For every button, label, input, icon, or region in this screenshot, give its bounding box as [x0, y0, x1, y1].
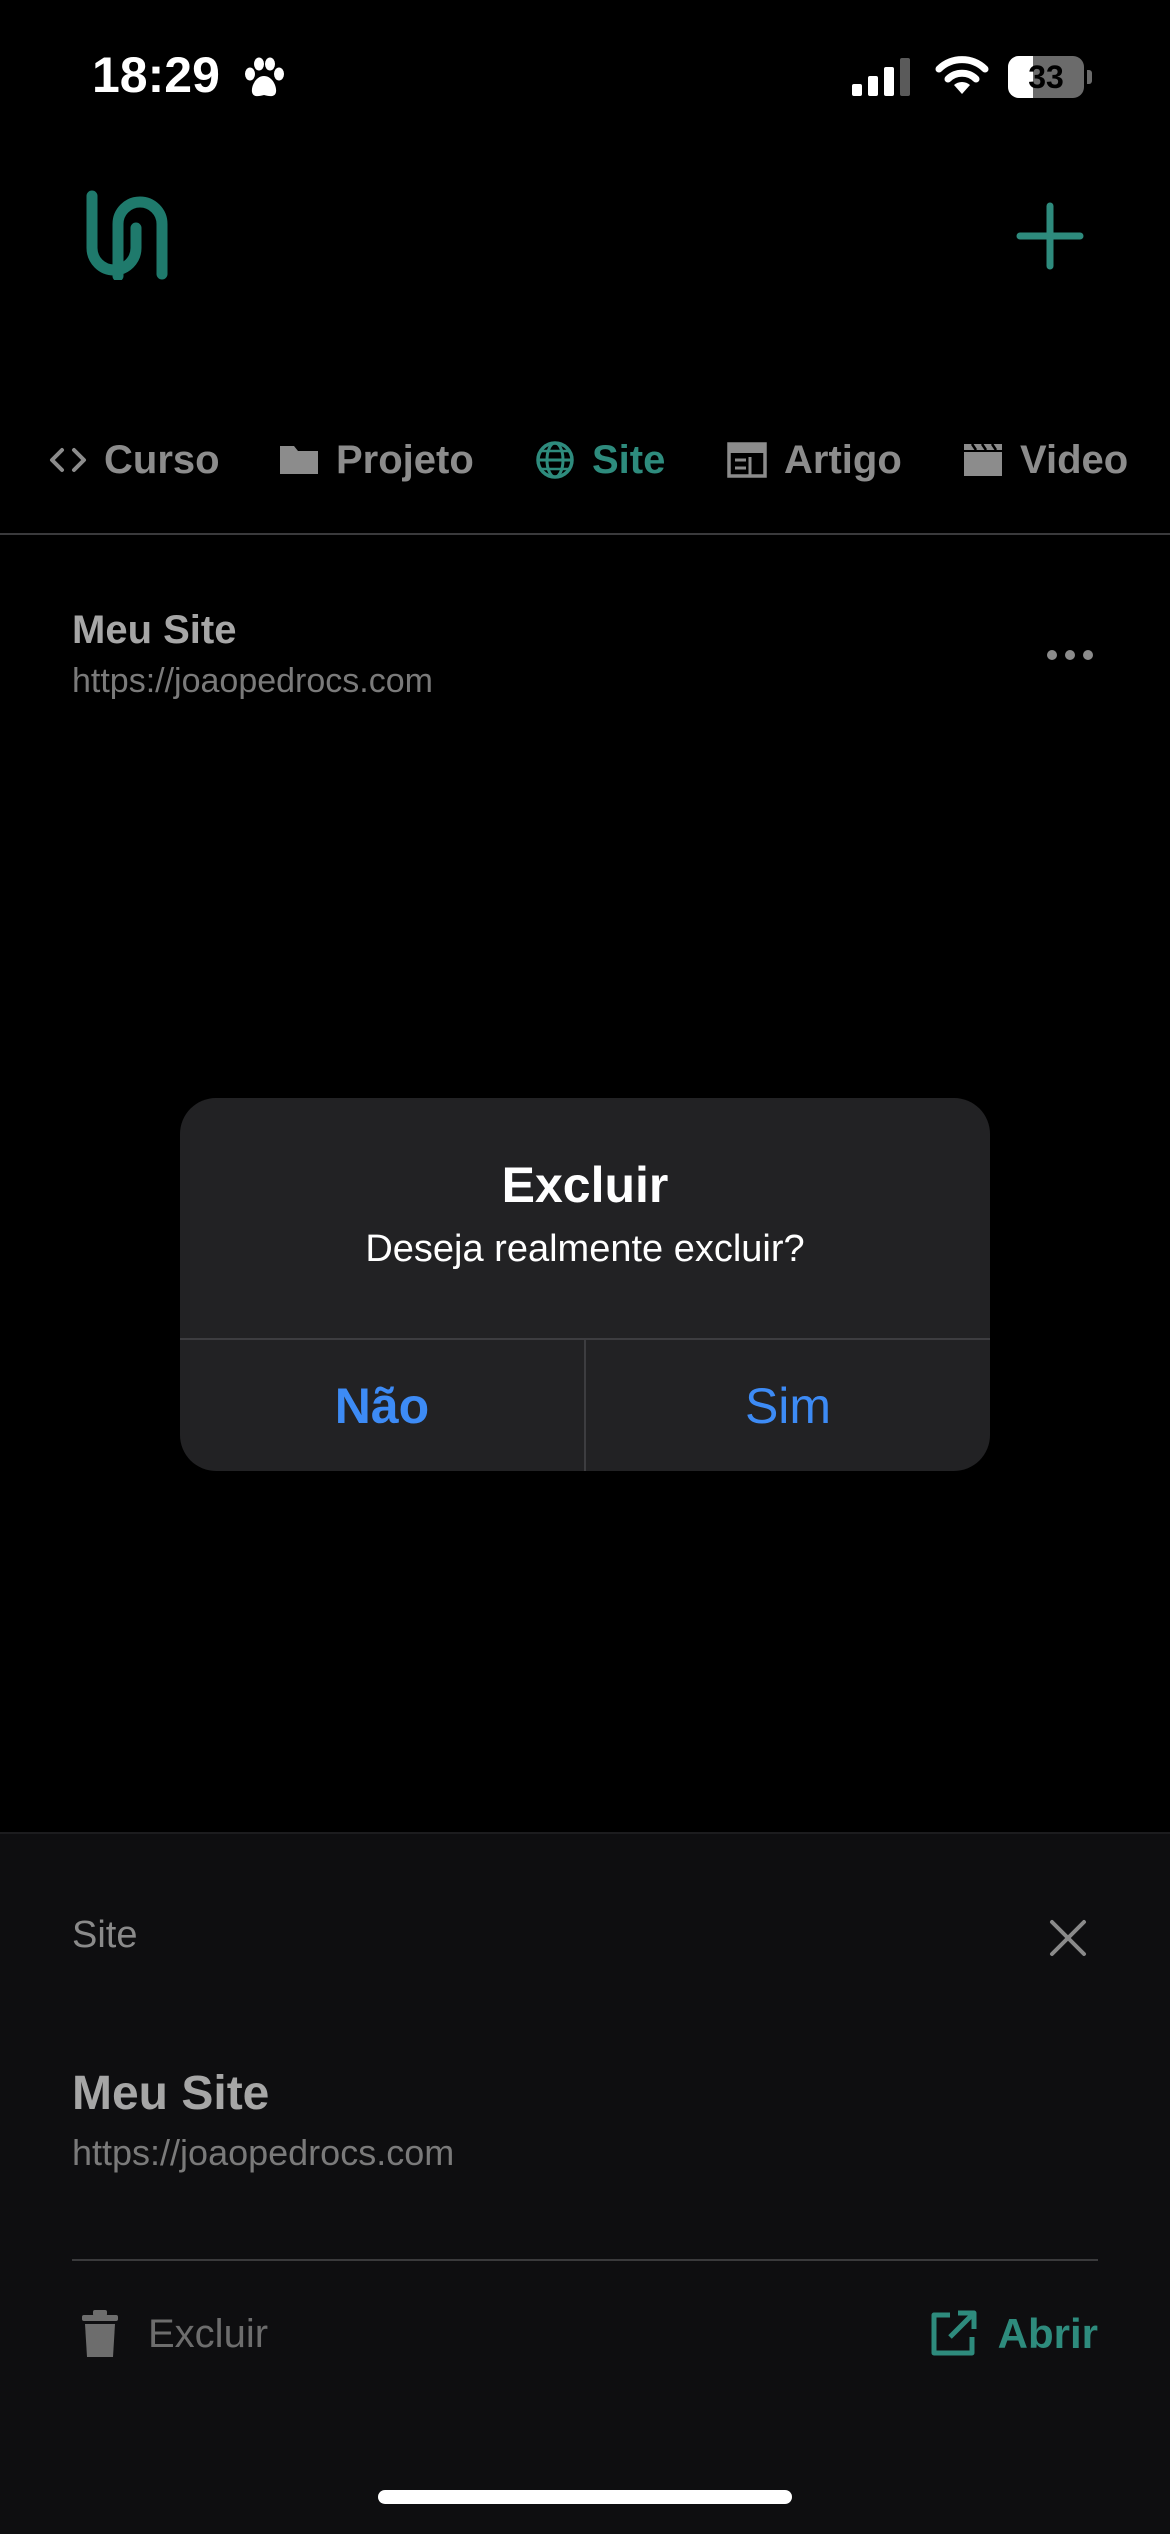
sheet-item-title: Meu Site	[72, 2067, 270, 2120]
tab-label: Artigo	[784, 437, 902, 482]
delete-button[interactable]: Excluir	[80, 2304, 268, 2364]
category-tabs: Curso Projeto Site Artigo Video	[0, 410, 1170, 510]
tab-video[interactable]: Video	[962, 430, 1128, 490]
sheet-divider	[72, 2259, 1098, 2261]
list-item-url: https://joaopedrocs.com	[72, 662, 433, 700]
bottom-sheet: Site Meu Site https://joaopedrocs.com Ex…	[0, 1832, 1170, 2534]
tab-label: Site	[592, 437, 666, 482]
alert-yes-button[interactable]: Sim	[586, 1340, 990, 1471]
open-label: Abrir	[997, 2310, 1098, 2357]
tab-curso[interactable]: Curso	[48, 430, 220, 490]
signal-icon	[852, 58, 910, 96]
open-button[interactable]: Abrir	[928, 2304, 1098, 2364]
alert-title: Excluir	[501, 1157, 669, 1213]
tab-label: Video	[1020, 437, 1129, 482]
battery-level: 33	[1028, 59, 1064, 95]
home-indicator	[378, 2490, 792, 2504]
status-time: 18:29	[92, 47, 220, 103]
clapperboard-icon	[964, 443, 1002, 476]
more-horizontal-icon[interactable]	[1040, 640, 1100, 670]
delete-label: Excluir	[148, 2311, 269, 2356]
tab-label: Curso	[104, 437, 220, 482]
delete-confirm-dialog: Excluir Deseja realmente excluir? Não Si…	[180, 1098, 990, 1471]
tab-label: Projeto	[336, 437, 474, 482]
trash-icon	[82, 2310, 118, 2357]
alert-message: Deseja realmente excluir?	[365, 1228, 805, 1270]
folder-icon	[280, 446, 318, 474]
globe-icon	[536, 441, 574, 479]
newspaper-icon	[727, 442, 767, 478]
tab-artigo[interactable]: Artigo	[726, 430, 902, 490]
tab-projeto[interactable]: Projeto	[278, 430, 474, 490]
external-link-icon	[931, 2310, 977, 2356]
sheet-item-url: https://joaopedrocs.com	[72, 2132, 455, 2173]
add-button[interactable]	[1010, 196, 1090, 276]
tabs-divider	[0, 533, 1170, 535]
sheet-title: Site	[72, 1914, 138, 1956]
tab-site[interactable]: Site	[534, 430, 665, 490]
status-bar: 18:29 33	[0, 0, 1170, 150]
list-item[interactable]: Meu Site https://joaopedrocs.com	[0, 600, 1170, 710]
app-logo-icon	[86, 190, 168, 280]
close-icon[interactable]	[1044, 1914, 1092, 1962]
paw-icon	[245, 57, 284, 97]
wifi-icon	[935, 56, 989, 94]
code-icon	[50, 448, 86, 472]
battery-icon: 33	[1008, 56, 1092, 98]
list-item-title: Meu Site	[72, 608, 237, 652]
alert-no-button[interactable]: Não	[180, 1340, 584, 1471]
